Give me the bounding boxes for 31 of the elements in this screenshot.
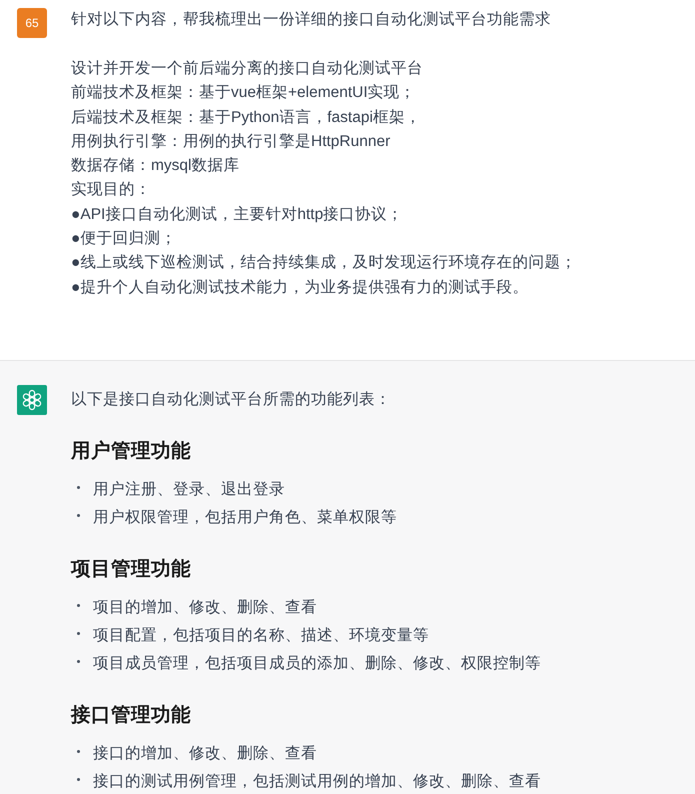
prompt-line: ●便于回归测； xyxy=(71,229,178,250)
bullet-icon xyxy=(77,750,80,753)
prompt-line: ●线上或线下巡检测试，结合持续集成，及时发现运行环境存在的问题； xyxy=(71,253,576,274)
response-intro: 以下是接口自动化测试平台所需的功能列表： xyxy=(71,390,392,410)
prompt-line: 数据存储：mysql数据库 xyxy=(71,156,240,176)
list-item-text: 用户注册、登录、退出登录 xyxy=(93,480,285,500)
user-avatar: 65 xyxy=(17,8,47,38)
section-heading: 项目管理功能 xyxy=(71,557,192,582)
list-item-text: 项目配置，包括项目的名称、描述、环境变量等 xyxy=(93,626,429,646)
section-heading: 接口管理功能 xyxy=(71,703,192,728)
bullet-icon xyxy=(77,486,80,489)
prompt-line: ●API接口自动化测试，主要针对http接口协议； xyxy=(71,204,404,225)
list-item-text: 用户权限管理，包括用户角色、菜单权限等 xyxy=(93,508,397,528)
list-item-text: 项目成员管理，包括项目成员的添加、删除、修改、权限控制等 xyxy=(93,654,541,674)
bullet-icon xyxy=(77,604,80,607)
prompt-line: 前端技术及框架：基于vue框架+elementUI实现； xyxy=(71,83,417,104)
prompt-line: 后端技术及框架：基于Python语言，fastapi框架， xyxy=(71,108,422,128)
prompt-text: 针对以下内容，帮我梳理出一份详细的接口自动化测试平台功能需求 xyxy=(71,10,552,30)
prompt-line: 用例执行引擎：用例的执行引擎是HttpRunner xyxy=(71,132,392,152)
section-heading: 用户管理功能 xyxy=(71,439,192,464)
bullet-icon xyxy=(77,514,80,517)
list-item-text: 接口的测试用例管理，包括测试用例的增加、修改、删除、查看 xyxy=(93,772,541,792)
bullet-icon xyxy=(77,778,80,781)
bullet-icon xyxy=(77,660,80,663)
prompt-line: 实现目的： xyxy=(71,180,152,200)
bullet-icon xyxy=(77,632,80,635)
rosette-icon xyxy=(17,385,47,415)
list-item-text: 项目的增加、修改、删除、查看 xyxy=(93,598,317,618)
list-item-text: 接口的增加、修改、删除、查看 xyxy=(93,744,317,764)
prompt-line: ●提升个人自动化测试技术能力，为业务提供强有力的测试手段。 xyxy=(71,278,530,298)
prompt-line: 设计并开发一个前后端分离的接口自动化测试平台 xyxy=(71,59,424,79)
